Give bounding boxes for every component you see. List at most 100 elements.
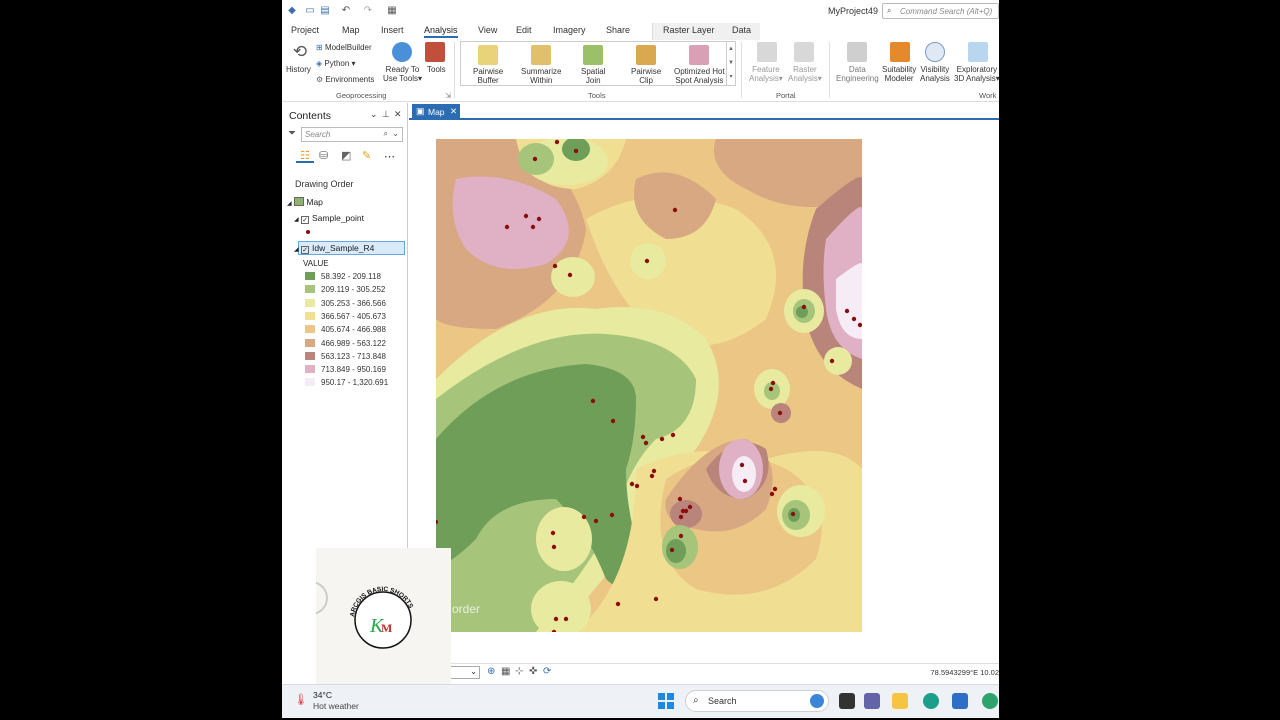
navigate-icon[interactable]: ✜ — [529, 666, 537, 677]
sample-point[interactable] — [742, 478, 748, 484]
pin-icon[interactable]: ⊥ — [382, 109, 390, 120]
close-icon[interactable]: ✕ — [394, 109, 402, 120]
sample-point[interactable] — [590, 398, 596, 404]
summarize-within-button[interactable]: Summarize Within — [521, 67, 561, 85]
file-explorer-icon[interactable] — [892, 693, 908, 709]
open-project-icon[interactable]: ▤ — [319, 5, 331, 16]
sample-point[interactable] — [610, 418, 616, 424]
summarize-within-icon[interactable] — [531, 45, 551, 65]
sample-point[interactable] — [530, 224, 536, 230]
sample-point[interactable] — [615, 601, 621, 607]
weather-description[interactable]: Hot weather — [313, 701, 359, 711]
sample-point[interactable] — [829, 358, 835, 364]
tab-share[interactable]: Share — [606, 25, 630, 35]
visibility-analysis-icon[interactable] — [925, 42, 945, 62]
optimized-hot-spot-button[interactable]: Optimized Hot Spot Analysis — [674, 67, 725, 85]
sample-point[interactable] — [640, 434, 646, 440]
sample-point[interactable] — [643, 440, 649, 446]
sample-point[interactable] — [739, 462, 745, 468]
list-by-drawing-order-icon[interactable]: ☷ — [296, 149, 314, 163]
chevron-down-icon[interactable]: ⌄ — [392, 129, 399, 138]
arcgis-pro-taskbar-icon[interactable] — [982, 693, 998, 709]
suitability-modeler-button[interactable]: Suitability Modeler — [882, 65, 916, 83]
sample-point[interactable] — [567, 272, 573, 278]
filter-icon[interactable]: ⏷ — [288, 128, 296, 139]
list-by-editing-icon[interactable]: ✎ — [362, 149, 371, 162]
task-view-icon[interactable] — [839, 693, 855, 709]
spatial-join-icon[interactable] — [583, 45, 603, 65]
tab-map-view[interactable]: ▣ Map ✕ — [412, 104, 460, 120]
tools-button[interactable]: Tools — [427, 65, 446, 74]
sample-point[interactable] — [851, 316, 857, 322]
sample-point[interactable] — [769, 491, 775, 497]
grid-icon[interactable]: ▦ — [501, 666, 510, 677]
python-button[interactable]: ◈ Python ▾ — [316, 59, 356, 68]
zoom-extent-icon[interactable]: ⊕ — [487, 666, 495, 677]
sample-point[interactable] — [669, 547, 675, 553]
sample-point[interactable] — [770, 380, 776, 386]
sample-point[interactable] — [644, 258, 650, 264]
sample-point[interactable] — [573, 148, 579, 154]
sample-point[interactable] — [651, 468, 657, 474]
spatial-join-button[interactable]: Spatial Join — [581, 67, 605, 85]
sample-point[interactable] — [772, 486, 778, 492]
more-options-icon[interactable]: ⋯ — [384, 150, 395, 163]
sample-point[interactable] — [609, 512, 615, 518]
sample-point[interactable] — [523, 213, 529, 219]
pane-options-chevron-icon[interactable]: ⌄ — [370, 109, 378, 120]
redo-icon[interactable]: ↷ — [362, 5, 374, 16]
sample-point[interactable] — [581, 514, 587, 520]
data-engineering-button[interactable]: Data Engineering — [836, 65, 879, 83]
layer-visibility-checkbox[interactable]: ✓ — [301, 246, 309, 254]
tab-raster-layer[interactable]: Raster Layer — [663, 25, 715, 35]
snapping-icon[interactable]: ⊹ — [515, 666, 523, 677]
sample-point[interactable] — [552, 263, 558, 269]
data-engineering-icon[interactable] — [847, 42, 867, 62]
layer-idw-raster-label-row[interactable]: ◢ ✓ Idw_Sample_R4 — [294, 243, 374, 254]
list-by-source-icon[interactable]: ⛁ — [319, 149, 328, 162]
exploratory-3d-icon[interactable] — [968, 42, 988, 62]
history-icon[interactable]: ⟲ — [290, 42, 310, 62]
sample-point[interactable] — [629, 481, 635, 487]
modelbuilder-button[interactable]: ⊞ ModelBuilder — [316, 43, 372, 52]
sample-point[interactable] — [659, 436, 665, 442]
tab-map[interactable]: Map — [342, 25, 360, 35]
sample-point[interactable] — [649, 473, 655, 479]
command-search-input[interactable]: ⌕ Command Search (Alt+Q) — [882, 3, 999, 19]
new-project-icon[interactable]: ▭ — [304, 5, 316, 16]
sample-point[interactable] — [653, 596, 659, 602]
expand-icon[interactable]: ◢ — [294, 217, 299, 223]
sample-point[interactable] — [687, 504, 693, 510]
expand-icon[interactable]: ◢ — [294, 247, 299, 253]
sample-point[interactable] — [678, 514, 684, 520]
sample-point[interactable] — [672, 207, 678, 213]
sample-point[interactable] — [678, 533, 684, 539]
start-windows-icon[interactable] — [658, 693, 674, 709]
undo-icon[interactable]: ↶ — [340, 5, 352, 16]
sample-point[interactable] — [844, 308, 850, 314]
tab-analysis[interactable]: Analysis — [424, 25, 458, 38]
sample-point[interactable] — [777, 410, 783, 416]
sample-point[interactable] — [801, 304, 807, 310]
suitability-modeler-icon[interactable] — [890, 42, 910, 62]
customize-toolbar-icon[interactable]: ▦ — [386, 5, 398, 16]
store-icon[interactable] — [952, 693, 968, 709]
layer-visibility-checkbox[interactable]: ✓ — [301, 216, 309, 224]
sample-point[interactable] — [532, 156, 538, 162]
map-view[interactable]: order — [410, 121, 999, 663]
optimized-hot-spot-icon[interactable] — [689, 45, 709, 65]
ready-to-use-icon[interactable] — [392, 42, 412, 62]
sample-point[interactable] — [593, 518, 599, 524]
sample-point[interactable] — [563, 616, 569, 622]
tree-map-row[interactable]: ◢ Map — [287, 197, 323, 207]
teams-icon[interactable] — [864, 693, 880, 709]
sample-point[interactable] — [553, 616, 559, 622]
list-by-selection-icon[interactable]: ◩ — [341, 149, 351, 162]
taskbar-search-box[interactable]: ⌕ Search — [685, 690, 829, 712]
scale-selector[interactable]: ⌄ — [448, 666, 480, 679]
pairwise-clip-icon[interactable] — [636, 45, 656, 65]
environments-button[interactable]: ⚙ Environments — [316, 75, 374, 84]
edge-icon[interactable] — [923, 693, 939, 709]
sample-point[interactable] — [550, 530, 556, 536]
toolbox-icon[interactable] — [425, 42, 445, 62]
